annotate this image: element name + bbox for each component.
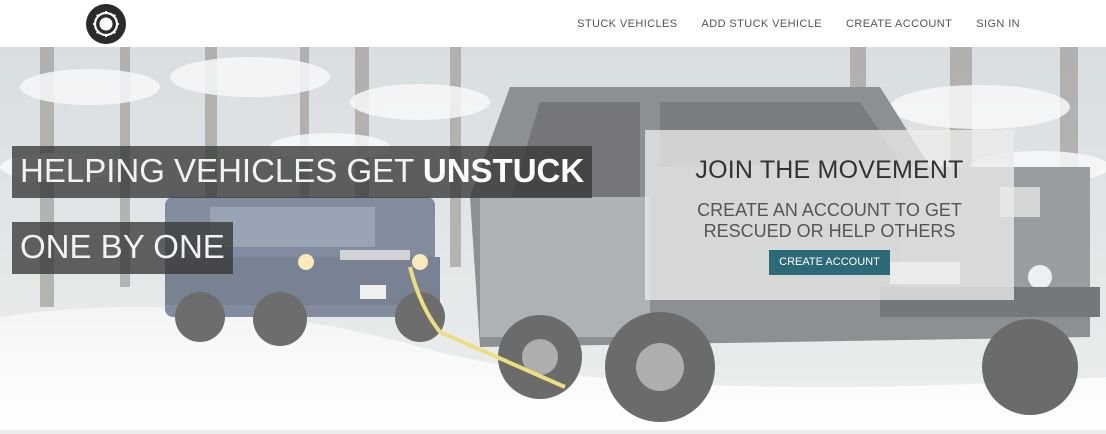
nav-link-add-stuck-vehicle[interactable]: ADD STUCK VEHICLE [702, 18, 823, 30]
headline-primary: HELPING VEHICLES GET UNSTUCK [12, 146, 593, 198]
nav-link-stuck-vehicles[interactable]: STUCK VEHICLES [577, 18, 677, 30]
hero-section: HELPING VEHICLES GET UNSTUCK ONE BY ONE … [0, 47, 1106, 430]
wheel-logo-icon[interactable] [86, 4, 126, 44]
headline-primary-text: HELPING VEHICLES GET [20, 152, 423, 189]
headline-secondary: ONE BY ONE [12, 222, 233, 274]
join-card-title: JOIN THE MOVEMENT [695, 156, 964, 184]
headline-emphasis: UNSTUCK [422, 152, 585, 189]
top-navbar: STUCK VEHICLES ADD STUCK VEHICLE CREATE … [0, 0, 1106, 47]
join-card-subtitle: CREATE AN ACCOUNT TO GET RESCUED OR HELP… [697, 200, 962, 241]
join-card: JOIN THE MOVEMENT CREATE AN ACCOUNT TO G… [645, 130, 1014, 300]
nav-link-create-account[interactable]: CREATE ACCOUNT [846, 18, 952, 30]
create-account-button[interactable]: CREATE ACCOUNT [769, 250, 890, 275]
nav-link-sign-in[interactable]: SIGN IN [976, 18, 1020, 30]
nav-links: STUCK VEHICLES ADD STUCK VEHICLE CREATE … [577, 0, 1020, 47]
bottom-divider [0, 430, 1106, 434]
